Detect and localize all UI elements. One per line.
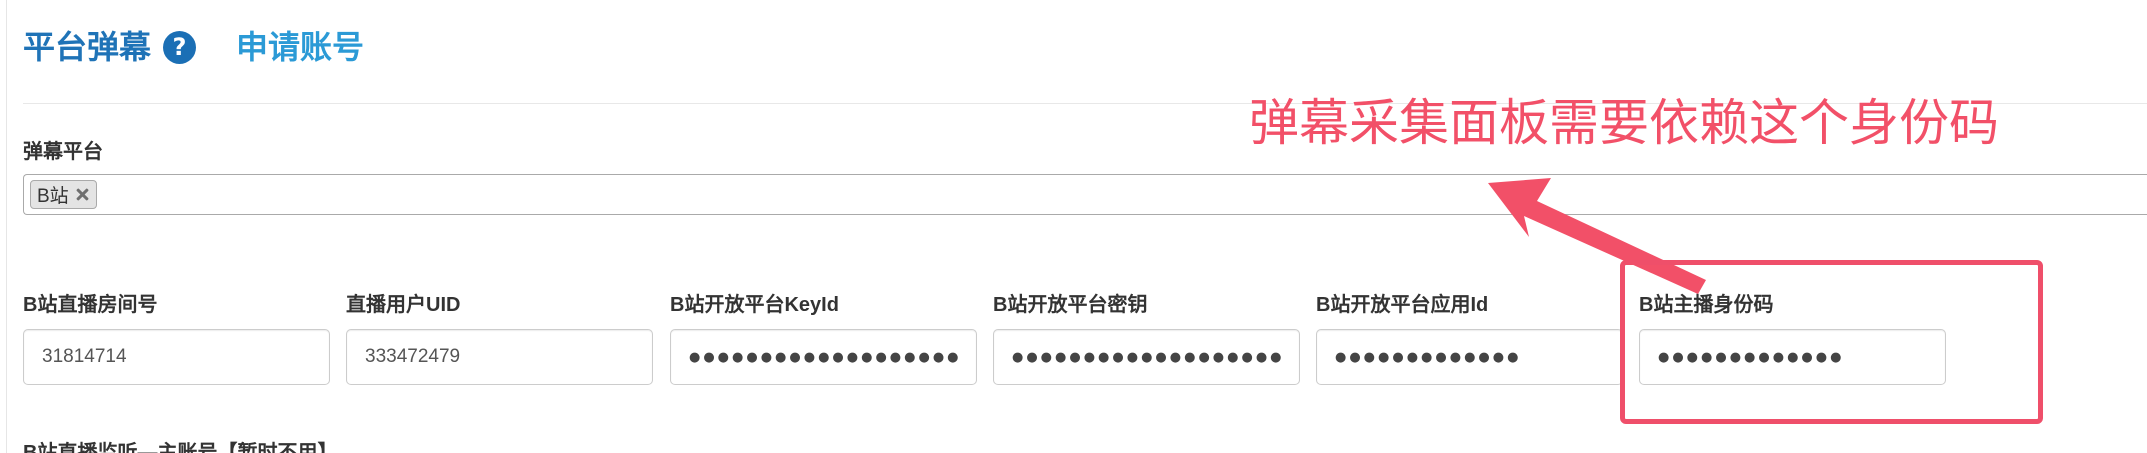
open-platform-secret-input[interactable] [993, 329, 1300, 385]
page-left-border [6, 0, 7, 453]
room-id-label: B站直播房间号 [23, 294, 158, 316]
question-circle-icon[interactable] [163, 31, 196, 64]
close-icon[interactable] [76, 188, 89, 201]
page-title: 平台弹幕 [23, 29, 152, 65]
open-platform-appid-input[interactable] [1316, 329, 1623, 385]
user-uid-label: 直播用户UID [346, 294, 461, 316]
next-section-label: B站直播监听—主账号【暂时不用】 [23, 442, 338, 453]
arrow-icon [1488, 178, 1706, 294]
open-platform-keyid-label: B站开放平台KeyId [670, 294, 839, 316]
platform-tag-label: B站 [37, 186, 69, 207]
streamer-identity-code-label: B站主播身份码 [1639, 294, 1774, 316]
annotation-text: 弹幕采集面板需要依赖这个身份码 [1249, 95, 1999, 151]
open-platform-keyid-input[interactable] [670, 329, 977, 385]
platform-multiselect[interactable]: B站 [23, 174, 2147, 215]
open-platform-appid-label: B站开放平台应用Id [1316, 294, 1489, 316]
apply-account-link[interactable]: 申请账号 [236, 28, 364, 66]
streamer-identity-code-input[interactable] [1639, 329, 1946, 385]
open-platform-secret-label: B站开放平台密钥 [993, 294, 1148, 316]
platform-tag-bilibili: B站 [30, 180, 97, 209]
next-section: B站直播监听—主账号【暂时不用】 [23, 441, 623, 453]
user-uid-input[interactable] [346, 329, 653, 385]
room-id-input[interactable] [23, 329, 330, 385]
platform-label: 弹幕平台 [23, 141, 103, 163]
